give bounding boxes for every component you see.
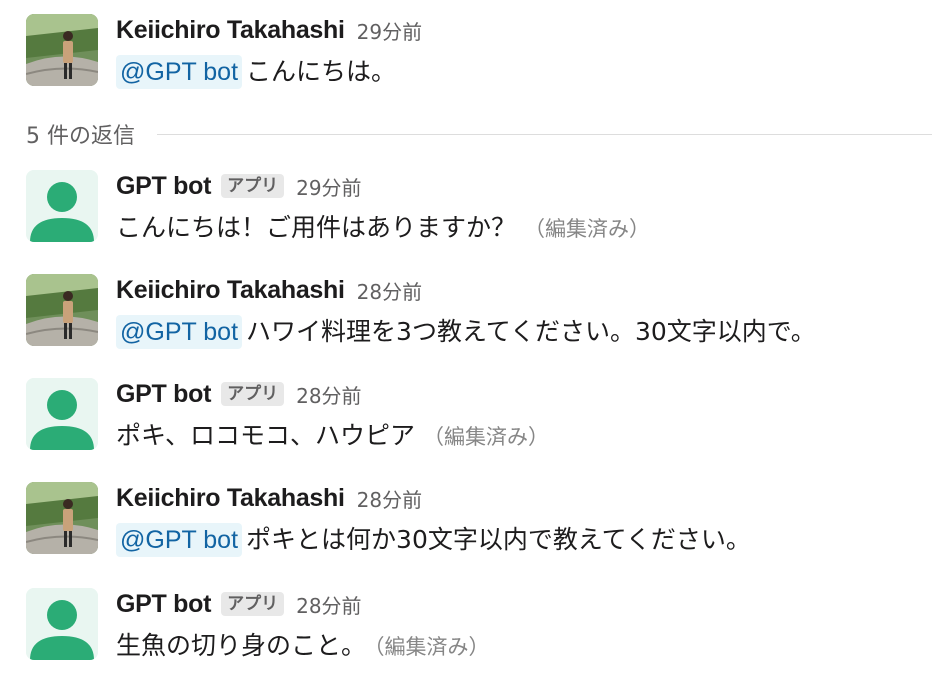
bot-avatar[interactable] xyxy=(26,378,98,450)
message-header: GPT bot アプリ 28分前 xyxy=(116,586,932,622)
message-header: Keiichiro Takahashi 28分前 xyxy=(116,480,932,516)
thread-reply-divider: 5 件の返信 xyxy=(26,114,932,154)
message-text: @GPT bot こんにちは。 xyxy=(116,53,932,91)
message-user: Keiichiro Takahashi 28分前 @GPT bot ハワイ料理を3… xyxy=(26,272,932,362)
user-photo-avatar-icon xyxy=(26,14,98,86)
person-silhouette-icon xyxy=(26,378,98,450)
user-photo-avatar-icon xyxy=(26,482,98,554)
message-timestamp[interactable]: 28分前 xyxy=(296,590,361,619)
person-silhouette-icon xyxy=(26,588,98,660)
message-content: 生魚の切り身のこと。 xyxy=(116,631,367,660)
sender-name[interactable]: Keiichiro Takahashi xyxy=(116,276,345,305)
sender-name[interactable]: GPT bot xyxy=(116,590,211,619)
message-user: Keiichiro Takahashi 28分前 @GPT bot ポキとは何か3… xyxy=(26,480,932,570)
user-photo-avatar-icon xyxy=(26,274,98,346)
message-bot: GPT bot アプリ 28分前 生魚の切り身のこと。 （編集済み） xyxy=(26,586,932,676)
app-badge: アプリ xyxy=(221,592,285,616)
person-silhouette-icon xyxy=(26,170,98,242)
message-bot: GPT bot アプリ 28分前 ポキ、ロコモコ、ハウピア （編集済み） xyxy=(26,376,932,466)
message-text: 生魚の切り身のこと。 （編集済み） xyxy=(116,627,932,666)
message-user: Keiichiro Takahashi 29分前 @GPT bot こんにちは。 xyxy=(26,12,932,102)
message-body: GPT bot アプリ 28分前 生魚の切り身のこと。 （編集済み） xyxy=(116,586,932,666)
sender-name[interactable]: GPT bot xyxy=(116,172,211,201)
message-header: GPT bot アプリ 28分前 xyxy=(116,376,932,412)
message-header: Keiichiro Takahashi 28分前 xyxy=(116,272,932,308)
message-content: こんにちは。 xyxy=(246,57,397,86)
app-badge: アプリ xyxy=(221,174,285,198)
message-header: GPT bot アプリ 29分前 xyxy=(116,168,932,204)
app-badge: アプリ xyxy=(221,382,285,406)
sender-name[interactable]: GPT bot xyxy=(116,380,211,409)
message-text: @GPT bot ポキとは何か30文字以内で教えてください。 xyxy=(116,521,932,559)
mention-link[interactable]: @GPT bot xyxy=(116,55,243,89)
message-header: Keiichiro Takahashi 29分前 xyxy=(116,12,932,48)
sender-name[interactable]: Keiichiro Takahashi xyxy=(116,16,345,45)
user-avatar[interactable] xyxy=(26,14,98,86)
message-body: GPT bot アプリ 29分前 こんにちは！ご用件はありますか？ （編集済み） xyxy=(116,168,932,248)
message-timestamp[interactable]: 28分前 xyxy=(357,484,422,513)
message-body: GPT bot アプリ 28分前 ポキ、ロコモコ、ハウピア （編集済み） xyxy=(116,376,932,456)
message-text: @GPT bot ハワイ料理を3つ教えてください。30文字以内で。 xyxy=(116,313,932,351)
message-body: Keiichiro Takahashi 29分前 @GPT bot こんにちは。 xyxy=(116,12,932,91)
message-content: ポキとは何か30文字以内で教えてください。 xyxy=(246,525,751,554)
user-avatar[interactable] xyxy=(26,482,98,554)
divider-line xyxy=(157,133,932,135)
message-text: ポキ、ロコモコ、ハウピア （編集済み） xyxy=(116,417,932,456)
message-timestamp[interactable]: 29分前 xyxy=(296,172,361,201)
bot-avatar[interactable] xyxy=(26,588,98,660)
message-timestamp[interactable]: 28分前 xyxy=(357,276,422,305)
user-avatar[interactable] xyxy=(26,274,98,346)
message-content: こんにちは！ご用件はありますか？ xyxy=(116,213,517,242)
reply-count-label: 5 件の返信 xyxy=(26,124,135,149)
message-body: Keiichiro Takahashi 28分前 @GPT bot ハワイ料理を3… xyxy=(116,272,932,351)
mention-link[interactable]: @GPT bot xyxy=(116,315,243,349)
message-text: こんにちは！ご用件はありますか？ （編集済み） xyxy=(116,209,932,248)
sender-name[interactable]: Keiichiro Takahashi xyxy=(116,484,345,513)
message-bot: GPT bot アプリ 29分前 こんにちは！ご用件はありますか？ （編集済み） xyxy=(26,168,932,258)
edited-label: （編集済み） xyxy=(423,425,550,449)
mention-link[interactable]: @GPT bot xyxy=(116,523,243,557)
message-timestamp[interactable]: 28分前 xyxy=(296,380,361,409)
message-timestamp[interactable]: 29分前 xyxy=(357,16,422,45)
message-content: ポキ、ロコモコ、ハウピア xyxy=(116,421,416,450)
edited-label: （編集済み） xyxy=(374,635,490,659)
message-body: Keiichiro Takahashi 28分前 @GPT bot ポキとは何か3… xyxy=(116,480,932,559)
edited-label: （編集済み） xyxy=(524,217,651,241)
message-content: ハワイ料理を3つ教えてください。30文字以内で。 xyxy=(246,317,816,346)
bot-avatar[interactable] xyxy=(26,170,98,242)
